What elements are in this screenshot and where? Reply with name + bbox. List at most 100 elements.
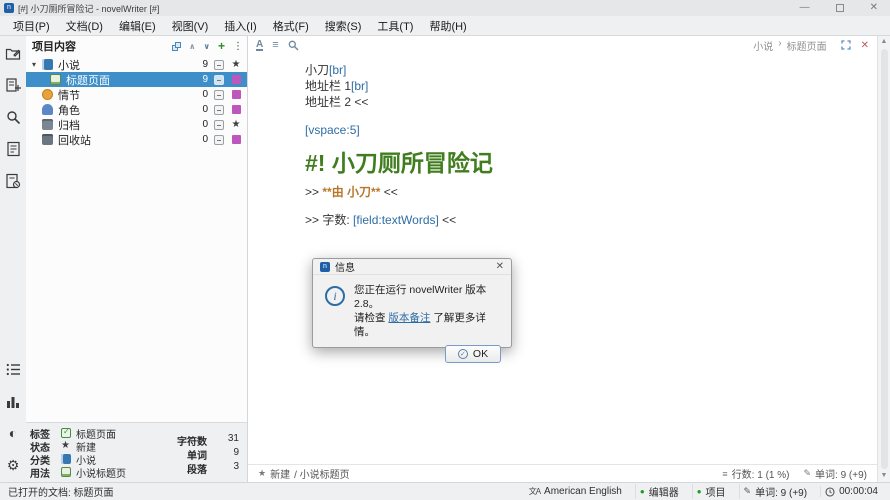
active-toggle[interactable] [214, 120, 224, 130]
active-toggle[interactable] [214, 105, 224, 115]
maximize-button[interactable] [836, 4, 844, 12]
stat-words: 单词9 [177, 447, 239, 459]
usage-doc-icon [61, 467, 71, 477]
writing-stats-icon[interactable] [4, 392, 22, 410]
novelwriter-window: n [#] 小刀厕所冒险记 - novelWriter [#] — ✕ 项目(P… [0, 0, 890, 500]
build-manuscript-icon[interactable] [4, 172, 22, 190]
word-count: 0 [202, 89, 208, 100]
statusbar: 已打开的文档: 标题页面 文A American English ● 编辑器 ●… [0, 482, 890, 500]
editor-search-icon[interactable] [288, 40, 299, 51]
plot-icon [42, 89, 53, 100]
stat-characters: 字符数31 [177, 433, 239, 445]
doc-text: << [439, 213, 456, 227]
window-controls: — ✕ [800, 1, 886, 15]
menu-edit[interactable]: 编辑(E) [112, 16, 163, 36]
language-status[interactable]: 文A American English [525, 486, 626, 497]
scrollbar-track[interactable] [881, 49, 888, 469]
word-count: 0 [202, 119, 208, 130]
menu-search[interactable]: 搜索(S) [318, 16, 369, 36]
menu-project[interactable]: 项目(P) [6, 16, 57, 36]
editor-scrollbar[interactable]: ▲ ▼ [877, 36, 890, 482]
doc-text: << [380, 185, 397, 199]
word-list-icon[interactable] [4, 360, 22, 378]
outline-icon[interactable] [4, 140, 22, 158]
line-count: ≡ 行数: 1 (1 %) [722, 466, 789, 481]
word-count: 9 [202, 59, 208, 70]
document-icon [50, 74, 61, 85]
menu-help[interactable]: 帮助(H) [422, 16, 473, 36]
breadcrumb-current[interactable]: 标题页面 [787, 38, 827, 53]
active-toggle[interactable] [214, 135, 224, 145]
outline-list-icon[interactable]: ≡ [272, 40, 278, 50]
menu-format[interactable]: 格式(F) [266, 16, 316, 36]
scroll-up-icon[interactable]: ▲ [881, 38, 888, 46]
tree-item-characters[interactable]: 角色 0 [26, 102, 247, 117]
green-dot-icon: ● [640, 487, 645, 496]
importance-star-icon: ★ [230, 119, 242, 130]
minimize-button[interactable]: — [800, 1, 810, 15]
dialog-titlebar[interactable]: n 信息 ✕ [313, 259, 511, 275]
panel-menu-icon[interactable]: ⋮ [233, 41, 243, 52]
active-toggle[interactable] [214, 90, 224, 100]
theme-toggle-icon[interactable]: ◐ [4, 424, 22, 442]
menu-view[interactable]: 视图(V) [165, 16, 216, 36]
tree-item-label: 归档 [58, 117, 80, 133]
status-star-icon: ★ [258, 468, 266, 479]
tree-item-label: 标题页面 [66, 72, 110, 88]
format-icon[interactable]: A [256, 40, 263, 51]
search-icon[interactable] [4, 108, 22, 126]
tree-item-novel[interactable]: ▾ 小说 9 ★ [26, 57, 247, 72]
window-title: [#] 小刀厕所冒险记 - novelWriter [#] [18, 2, 159, 15]
maximize-editor-icon[interactable] [841, 40, 851, 50]
project-tree: ▾ 小说 9 ★ 标题页面 9 情节 [26, 54, 247, 147]
project-panel: 项目内容 ∧ ∨ + ⋮ ▾ 小说 9 ★ [26, 36, 248, 482]
ok-button[interactable]: ✓ OK [445, 345, 501, 363]
status-star-icon: ★ [61, 441, 71, 451]
project-content-icon[interactable] [4, 44, 22, 62]
close-button[interactable]: ✕ [870, 1, 878, 15]
language-icon: 文A [529, 486, 540, 497]
menu-insert[interactable]: 插入(I) [217, 16, 263, 36]
scroll-down-icon[interactable]: ▼ [881, 472, 888, 480]
tree-item-archive[interactable]: 归档 0 ★ [26, 117, 247, 132]
pen-icon: ✎ [744, 486, 752, 497]
stat-paragraphs: 段落3 [177, 461, 239, 473]
tree-item-label: 角色 [58, 102, 80, 118]
byline-bold-text: **由 小刀** [322, 185, 380, 199]
settings-gear-icon[interactable]: ⚙ [4, 456, 22, 474]
menu-tools[interactable]: 工具(T) [370, 16, 420, 36]
editor-status: ● 编辑器 [635, 484, 683, 499]
lines-icon: ≡ [722, 469, 727, 479]
move-up-icon[interactable]: ∧ [189, 42, 196, 51]
active-toggle[interactable] [214, 75, 224, 85]
word-count: 0 [202, 134, 208, 145]
detail-row-tag: 标签 标题页面 [30, 427, 126, 439]
dialog-close-icon[interactable]: ✕ [496, 261, 504, 272]
tree-item-title-page[interactable]: 标题页面 9 [26, 72, 247, 87]
tree-item-trash[interactable]: 回收站 0 [26, 132, 247, 147]
open-document-status: 已打开的文档: 标题页面 [8, 484, 114, 499]
project-status: ● 项目 [692, 484, 730, 499]
detail-row-usage: 用法 小说标题页 [30, 466, 126, 478]
move-down-icon[interactable]: ∨ [203, 42, 210, 51]
br-tag: [br] [351, 79, 368, 93]
release-notes-link[interactable]: 版本备注 [388, 312, 430, 324]
menu-document[interactable]: 文档(D) [59, 16, 110, 36]
status-flag-icon [230, 135, 242, 144]
detail-label: 用法 [30, 465, 56, 480]
tree-item-label: 回收站 [58, 132, 91, 148]
class-book-icon [61, 454, 71, 464]
breadcrumb-parent[interactable]: 小说 [753, 38, 773, 53]
importance-star-icon: ★ [230, 59, 242, 70]
close-document-icon[interactable]: ✕ [861, 40, 869, 51]
doc-status[interactable]: 新建 [270, 466, 290, 481]
expand-arrow-icon[interactable]: ▾ [32, 60, 42, 69]
tree-item-plot[interactable]: 情节 0 [26, 87, 247, 102]
active-toggle[interactable] [214, 60, 224, 70]
session-timer[interactable]: 00:00:04 [820, 486, 882, 497]
add-item-icon[interactable]: + [218, 41, 225, 51]
quick-links-icon[interactable] [172, 42, 181, 51]
novel-view-icon[interactable] [4, 76, 22, 94]
info-icon: i [325, 286, 345, 306]
tree-item-label: 情节 [58, 87, 80, 103]
